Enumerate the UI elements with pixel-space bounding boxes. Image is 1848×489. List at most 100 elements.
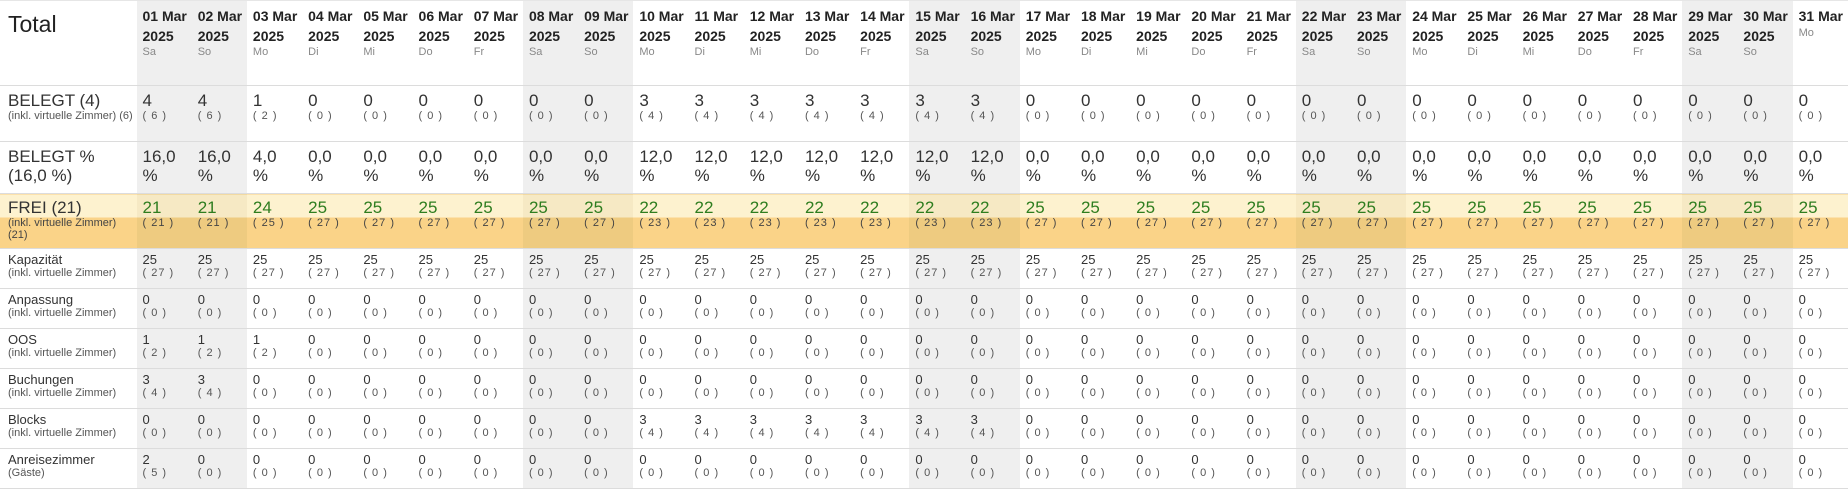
value-cell[interactable]: 25( 27 ): [1737, 248, 1793, 289]
value-cell[interactable]: 0( 0 ): [1516, 408, 1572, 449]
value-cell[interactable]: 0( 0 ): [1130, 85, 1186, 142]
value-cell[interactable]: 4,0%: [246, 141, 303, 194]
value-cell[interactable]: 0( 0 ): [1019, 368, 1075, 409]
value-cell[interactable]: 0( 0 ): [1185, 85, 1241, 142]
value-cell[interactable]: 25( 27 ): [522, 193, 579, 249]
value-cell[interactable]: 25( 27 ): [136, 248, 192, 289]
value-cell[interactable]: 0( 0 ): [1240, 408, 1296, 449]
value-cell[interactable]: 0( 0 ): [1185, 408, 1241, 449]
value-cell[interactable]: 0( 0 ): [467, 408, 523, 449]
value-cell[interactable]: 25( 27 ): [1240, 193, 1296, 249]
date-column-header[interactable]: 28 Mar 2025 Fr: [1627, 0, 1683, 86]
date-column-header[interactable]: 14 Mar 2025 Fr: [854, 0, 910, 86]
value-cell[interactable]: 25( 27 ): [191, 248, 247, 289]
value-cell[interactable]: 0( 0 ): [909, 368, 965, 409]
value-cell[interactable]: 0( 0 ): [1185, 328, 1241, 369]
value-cell[interactable]: 0( 0 ): [191, 408, 247, 449]
value-cell[interactable]: 4( 6 ): [191, 85, 247, 142]
value-cell[interactable]: 24( 25 ): [246, 193, 303, 249]
value-cell[interactable]: 0( 0 ): [1682, 448, 1738, 489]
value-cell[interactable]: 0( 0 ): [1682, 328, 1738, 369]
value-cell[interactable]: 25( 27 ): [412, 193, 468, 249]
value-cell[interactable]: 0( 0 ): [1737, 288, 1793, 329]
value-cell[interactable]: 25( 27 ): [1295, 248, 1351, 289]
value-cell[interactable]: 0( 0 ): [412, 328, 468, 369]
date-column-header[interactable]: 17 Mar 2025 Mo: [1019, 0, 1075, 86]
value-cell[interactable]: 0( 0 ): [964, 448, 1020, 489]
value-cell[interactable]: 0,0%: [1240, 141, 1296, 194]
value-cell[interactable]: 22( 23 ): [743, 193, 799, 249]
value-cell[interactable]: 0( 0 ): [1461, 288, 1517, 329]
value-cell[interactable]: 0,0%: [522, 141, 579, 194]
value-cell[interactable]: 0( 0 ): [1737, 408, 1793, 449]
value-cell[interactable]: 0,0%: [578, 141, 634, 194]
value-cell[interactable]: 3( 4 ): [798, 85, 855, 142]
value-cell[interactable]: 0( 0 ): [191, 448, 247, 489]
value-cell[interactable]: 0( 0 ): [412, 408, 468, 449]
value-cell[interactable]: 0( 0 ): [467, 288, 523, 329]
value-cell[interactable]: 0( 0 ): [798, 328, 855, 369]
value-cell[interactable]: 0( 0 ): [1682, 368, 1738, 409]
date-column-header[interactable]: 09 Mar 2025 So: [578, 0, 634, 86]
value-cell[interactable]: 0( 0 ): [1571, 85, 1627, 142]
value-cell[interactable]: 25( 27 ): [578, 248, 634, 289]
value-cell[interactable]: 0( 0 ): [136, 288, 192, 329]
value-cell[interactable]: 0( 0 ): [522, 85, 579, 142]
value-cell[interactable]: 25( 27 ): [964, 248, 1020, 289]
value-cell[interactable]: 25( 27 ): [1019, 193, 1075, 249]
value-cell[interactable]: 25( 27 ): [1350, 193, 1407, 249]
value-cell[interactable]: 0( 0 ): [578, 368, 634, 409]
date-column-header[interactable]: 15 Mar 2025 Sa: [909, 0, 965, 86]
value-cell[interactable]: 22( 23 ): [909, 193, 965, 249]
value-cell[interactable]: 0( 0 ): [798, 448, 855, 489]
value-cell[interactable]: 0( 0 ): [1792, 448, 1848, 489]
value-cell[interactable]: 0( 0 ): [412, 85, 468, 142]
value-cell[interactable]: 0,0%: [1019, 141, 1075, 194]
value-cell[interactable]: 0( 0 ): [1571, 288, 1627, 329]
value-cell[interactable]: 0( 0 ): [467, 448, 523, 489]
value-cell[interactable]: 0( 0 ): [688, 328, 744, 369]
value-cell[interactable]: 0( 0 ): [1571, 368, 1627, 409]
value-cell[interactable]: 0( 0 ): [1682, 288, 1738, 329]
value-cell[interactable]: 21( 21 ): [191, 193, 247, 249]
value-cell[interactable]: 0( 0 ): [1019, 85, 1075, 142]
value-cell[interactable]: 0( 0 ): [1350, 448, 1407, 489]
value-cell[interactable]: 0( 0 ): [1130, 328, 1186, 369]
value-cell[interactable]: 25( 27 ): [1792, 248, 1848, 289]
value-cell[interactable]: 0( 0 ): [1461, 408, 1517, 449]
value-cell[interactable]: 0,0%: [1627, 141, 1683, 194]
value-cell[interactable]: 12,0%: [964, 141, 1020, 194]
value-cell[interactable]: 0( 0 ): [1627, 288, 1683, 329]
value-cell[interactable]: 25( 27 ): [522, 248, 579, 289]
value-cell[interactable]: 0( 0 ): [1627, 328, 1683, 369]
value-cell[interactable]: 0( 0 ): [1130, 368, 1186, 409]
date-column-header[interactable]: 29 Mar 2025 Sa: [1682, 0, 1738, 86]
value-cell[interactable]: 0( 0 ): [909, 328, 965, 369]
value-cell[interactable]: 0( 0 ): [1682, 85, 1738, 142]
value-cell[interactable]: 3( 4 ): [688, 85, 744, 142]
value-cell[interactable]: 0( 0 ): [1295, 328, 1351, 369]
value-cell[interactable]: 25( 27 ): [1682, 193, 1738, 249]
value-cell[interactable]: 0( 0 ): [1130, 448, 1186, 489]
value-cell[interactable]: 0( 0 ): [1406, 448, 1462, 489]
value-cell[interactable]: 0( 0 ): [909, 448, 965, 489]
value-cell[interactable]: 0( 0 ): [1074, 328, 1131, 369]
value-cell[interactable]: 25( 27 ): [302, 193, 358, 249]
date-column-header[interactable]: 31 Mar Mo: [1792, 0, 1848, 86]
value-cell[interactable]: 0( 0 ): [1074, 408, 1131, 449]
value-cell[interactable]: 0( 0 ): [964, 368, 1020, 409]
value-cell[interactable]: 0( 0 ): [357, 85, 413, 142]
value-cell[interactable]: 25( 27 ): [1461, 193, 1517, 249]
value-cell[interactable]: 3( 4 ): [854, 408, 910, 449]
value-cell[interactable]: 0( 0 ): [1350, 288, 1407, 329]
value-cell[interactable]: 3( 4 ): [798, 408, 855, 449]
value-cell[interactable]: 0( 0 ): [1516, 288, 1572, 329]
value-cell[interactable]: 0( 0 ): [633, 328, 689, 369]
value-cell[interactable]: 0( 0 ): [688, 448, 744, 489]
value-cell[interactable]: 0( 0 ): [1737, 85, 1793, 142]
value-cell[interactable]: 4( 6 ): [136, 85, 192, 142]
value-cell[interactable]: 0( 0 ): [302, 368, 358, 409]
value-cell[interactable]: 12,0%: [633, 141, 689, 194]
value-cell[interactable]: 0( 0 ): [1185, 368, 1241, 409]
date-column-header[interactable]: 21 Mar 2025 Fr: [1240, 0, 1296, 86]
